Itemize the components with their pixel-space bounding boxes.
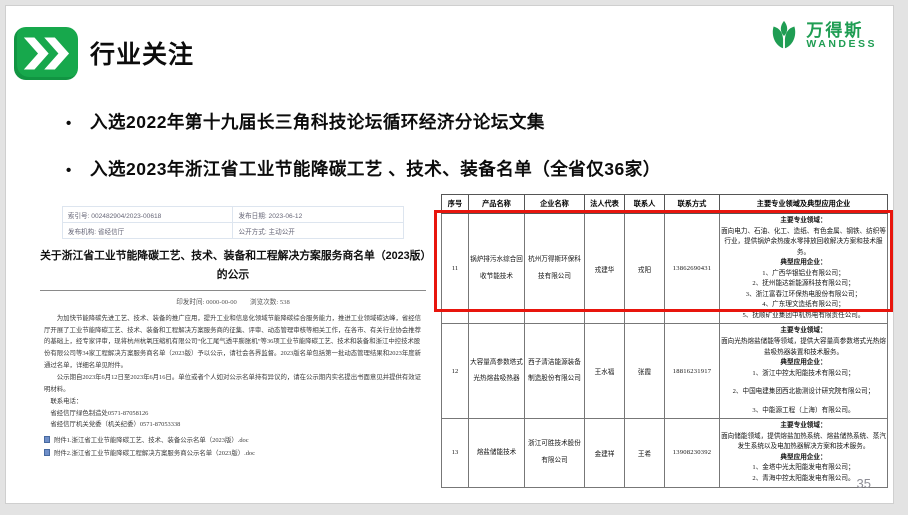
app-company: 5、抚顺矿业集团中机热电有限责任公司。 (721, 311, 886, 322)
cell-product: 熔盐储能技术 (469, 419, 525, 487)
app-company: 1、金塔中光太阳能发电有限公司； (721, 463, 886, 474)
domain-text: 面向储能领域，提供熔盐加热系统、熔盐储热系统、蒸汽发生系统以及电加热器解决方案和… (721, 432, 886, 453)
doc-title: 关于浙江省工业节能降碳工艺、技术、装备和工程解决方案服务商名单（2023版）的公… (40, 247, 426, 291)
doc-publicity: 公开方式: 主动公开 (233, 223, 404, 239)
cell-legal: 王水福 (585, 324, 625, 419)
app-company: 1、浙江中控太阳能技术有限公司； (721, 369, 886, 380)
cell-legal: 戎建华 (585, 214, 625, 324)
col-legal: 法人代表 (585, 195, 625, 214)
cell-company: 杭州万得斯环保科技有限公司 (525, 214, 585, 324)
app-company: 2、抚州能达新能源科技有限公司； (721, 279, 886, 290)
doc-paragraph-2: 公示期自2023年6月12日至2023年6月16日。单位或者个人如对公示名单持有… (44, 372, 422, 396)
domain-label: 主要专业领域： (721, 216, 886, 227)
table-header-row: 序号 产品名称 企业名称 法人代表 联系人 联系方式 主要专业领域及典型应用企业 (442, 195, 888, 214)
app-company: 3、中能源工程（上海）有限公司。 (721, 406, 886, 417)
attachment-link-2[interactable]: 附件2.浙江省工业节能降碳工程解决方案服务商公示名单（2023版）.doc (44, 448, 422, 457)
cell-phone: 13908230392 (665, 419, 720, 487)
doc-contact-label: 联系电话： (44, 396, 422, 408)
table-row-11: 11 锅炉排污水综合回收节能技术 杭州万得斯环保科技有限公司 戎建华 戎阳 13… (442, 214, 888, 324)
col-product: 产品名称 (469, 195, 525, 214)
double-chevron-icon (14, 27, 78, 80)
apps-label: 典型应用企业： (721, 258, 886, 269)
app-company: 4、广东理文造纸有限公司； (721, 300, 886, 311)
doc-phone-1: 省经信厅绿色制造处0571-87058126 (44, 408, 422, 420)
apps-label: 典型应用企业： (721, 453, 886, 464)
page-number: 35 (857, 476, 871, 491)
attachment-2-label: 附件2.浙江省工业节能降碳工程解决方案服务商公示名单（2023版）.doc (54, 448, 255, 457)
doc-file-icon (44, 449, 50, 456)
cell-company: 西子清洁能源装备制造股份有限公司 (525, 324, 585, 419)
apps-label: 典型应用企业： (721, 358, 886, 369)
cell-company: 浙江可胜技术股份有限公司 (525, 419, 585, 487)
wandess-plant-icon (767, 19, 801, 53)
bullet-dot: • (66, 115, 90, 132)
cell-legal: 金建祥 (585, 419, 625, 487)
doc-agency: 发布机构: 省经信厅 (62, 223, 233, 239)
domain-text: 面向电力、石油、化工、造纸、有色金属、钢铁、纺织等行业，提供锅炉余热废水零排放回… (721, 227, 886, 259)
wandess-logo-text: 万得斯 WANDESS (806, 22, 877, 51)
cell-phone: 13862690431 (665, 214, 720, 324)
cell-contact: 戎阳 (625, 214, 665, 324)
logo-name-en: WANDESS (806, 39, 877, 50)
doc-file-icon (44, 436, 50, 443)
cell-no: 11 (442, 214, 469, 324)
cell-no: 12 (442, 324, 469, 419)
app-company: 1、广西华银铝业有限公司； (721, 269, 886, 280)
logo-name-cn: 万得斯 (806, 22, 877, 40)
domain-label: 主要专业领域： (721, 421, 886, 432)
table-row-13: 13 熔盐储能技术 浙江可胜技术股份有限公司 金建祥 王希 1390823039… (442, 419, 888, 487)
cell-no: 13 (442, 419, 469, 487)
attachment-1-label: 附件1.浙江省工业节能降碳工艺、技术、装备公示名单（2023版）.doc (54, 435, 249, 444)
highlight-bullets: •入选2022年第十九届长三角科技论坛循环经济分论坛文集 •入选2023年浙江省… (66, 109, 661, 203)
domain-label: 主要专业领域： (721, 326, 886, 337)
gov-notice-document: 索引号: 002482904/2023-00618 发布日期: 2023-06-… (34, 198, 432, 470)
domain-text: 面向光热熔盐储能等领域，提供大容量高参数塔式光热熔盐吸热器装置和技术服务。 (721, 337, 886, 358)
app-company: 3、浙江富春江环保热电股份有限公司； (721, 290, 886, 301)
chevron-right-icon (21, 34, 71, 73)
doc-paragraph-1: 为加快节能降碳先进工艺、技术、装备的推广应用，提升工业和信息化领域节能降碳综合服… (44, 313, 422, 372)
doc-meta: 印发时间: 0000-00-00 浏览次数: 538 (34, 296, 432, 306)
page-title: 行业关注 (90, 35, 194, 71)
col-phone: 联系方式 (665, 195, 720, 214)
doc-info-table: 索引号: 002482904/2023-00618 发布日期: 2023-06-… (62, 206, 404, 239)
cell-phone: 18816231917 (665, 324, 720, 419)
col-contact: 联系人 (625, 195, 665, 214)
suppliers-table: 序号 产品名称 企业名称 法人代表 联系人 联系方式 主要专业领域及典型应用企业… (441, 194, 888, 488)
bullet-text-1: 入选2022年第十九届长三角科技论坛循环经济分论坛文集 (90, 112, 545, 132)
slide-canvas: 行业关注 万得斯 WANDESS •入选2022年第十九届长三角科技论坛循环经济… (5, 5, 894, 504)
cell-product: 大容量高参数塔式光热熔盐吸热器 (469, 324, 525, 419)
col-domain: 主要专业领域及典型应用企业 (720, 195, 888, 214)
cell-contact: 王希 (625, 419, 665, 487)
app-company: 2、中国电建集团西北勘测设计研究院有限公司； (721, 387, 886, 398)
cell-domain-detail: 主要专业领域： 面向电力、石油、化工、造纸、有色金属、钢铁、纺织等行业，提供锅炉… (720, 214, 888, 324)
table-row-12: 12 大容量高参数塔式光热熔盐吸热器 西子清洁能源装备制造股份有限公司 王水福 … (442, 324, 888, 419)
attachment-link-1[interactable]: 附件1.浙江省工业节能降碳工艺、技术、装备公示名单（2023版）.doc (44, 435, 422, 444)
col-no: 序号 (442, 195, 469, 214)
cell-domain-detail: 主要专业领域： 面向光热熔盐储能等领域，提供大容量高参数塔式光热熔盐吸热器装置和… (720, 324, 888, 419)
doc-index-no: 索引号: 002482904/2023-00618 (62, 207, 233, 223)
bullet-item-1: •入选2022年第十九届长三角科技论坛循环经济分论坛文集 (66, 109, 661, 134)
cell-contact: 张霞 (625, 324, 665, 419)
app-background: 行业关注 万得斯 WANDESS •入选2022年第十九届长三角科技论坛循环经济… (0, 0, 908, 515)
wandess-logo: 万得斯 WANDESS (767, 19, 877, 53)
cell-product: 锅炉排污水综合回收节能技术 (469, 214, 525, 324)
doc-publish-date: 发布日期: 2023-06-12 (233, 207, 404, 223)
bullet-text-2: 入选2023年浙江省工业节能降碳工艺 、技术、装备名单（全省仅36家） (90, 159, 661, 179)
bullet-dot: • (66, 162, 90, 179)
col-company: 企业名称 (525, 195, 585, 214)
bullet-item-2: •入选2023年浙江省工业节能降碳工艺 、技术、装备名单（全省仅36家） (66, 156, 661, 181)
doc-phone-2: 省经信厅机关党委（机关纪委）0571-87053338 (44, 419, 422, 431)
suppliers-table-panel: 序号 产品名称 企业名称 法人代表 联系人 联系方式 主要专业领域及典型应用企业… (441, 194, 887, 488)
